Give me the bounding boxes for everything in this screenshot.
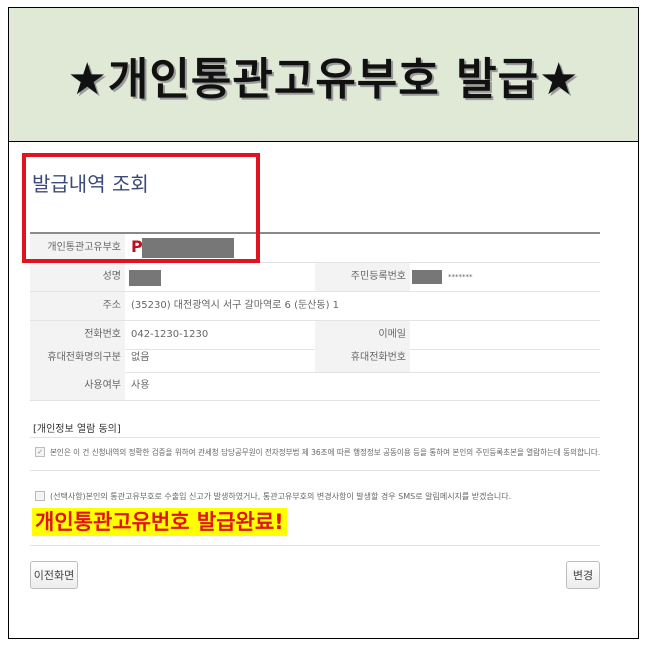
consent-heading: [개인정보 열람 동의] xyxy=(33,424,121,435)
consent-text-1: 본인은 이 건 신청내역의 정확한 검증을 위하여 관세청 담당공무원이 전자정… xyxy=(50,448,601,457)
highlight-box xyxy=(22,153,260,263)
use-label: 사용여부 xyxy=(30,372,125,400)
banner-title: ★개인통관고유부호 발급★ xyxy=(67,53,580,105)
use-value: 사용 xyxy=(131,380,150,391)
back-button[interactable]: 이전화면 xyxy=(30,561,78,589)
consent-divider xyxy=(30,437,600,438)
consent-checkbox-2[interactable] xyxy=(35,491,45,501)
issued-complete-annotation: 개인통관고유번호 발급완료! xyxy=(32,508,287,536)
consent-divider-2 xyxy=(30,470,600,471)
bottom-divider xyxy=(30,545,600,546)
row-name: 성명 주민등록번호 ******* xyxy=(30,263,600,292)
mobile-label: 휴대전화번호 xyxy=(315,344,410,372)
mobile-type-value: 없음 xyxy=(131,352,150,363)
title-banner: ★개인통관고유부호 발급★ xyxy=(9,8,638,142)
mobile-value xyxy=(410,344,416,372)
consent-text-2: (선택사항)본인의 통관고유부호로 수출입 신고가 발생하였거나, 통관고유부호… xyxy=(50,492,512,501)
row-address: 주소 (35230) 대전광역시 서구 갈마역로 6 (둔산동) 1 xyxy=(30,292,600,321)
row-mobile: 휴대전화명의구분 없음 휴대전화번호 xyxy=(30,344,600,373)
rrn-masked xyxy=(412,270,442,284)
address-label: 주소 xyxy=(30,292,125,320)
change-button[interactable]: 변경 xyxy=(566,561,600,589)
rrn-label: 주민등록번호 xyxy=(315,263,410,291)
rrn-suffix: ******* xyxy=(448,273,473,281)
name-masked xyxy=(129,270,161,286)
consent-checkbox-1[interactable]: ✓ xyxy=(35,447,45,457)
name-label: 성명 xyxy=(30,263,125,291)
address-value: (35230) 대전광역시 서구 갈마역로 6 (둔산동) 1 xyxy=(131,300,340,311)
mobile-type-label: 휴대전화명의구분 xyxy=(30,344,125,372)
row-use: 사용여부 사용 xyxy=(30,372,600,401)
